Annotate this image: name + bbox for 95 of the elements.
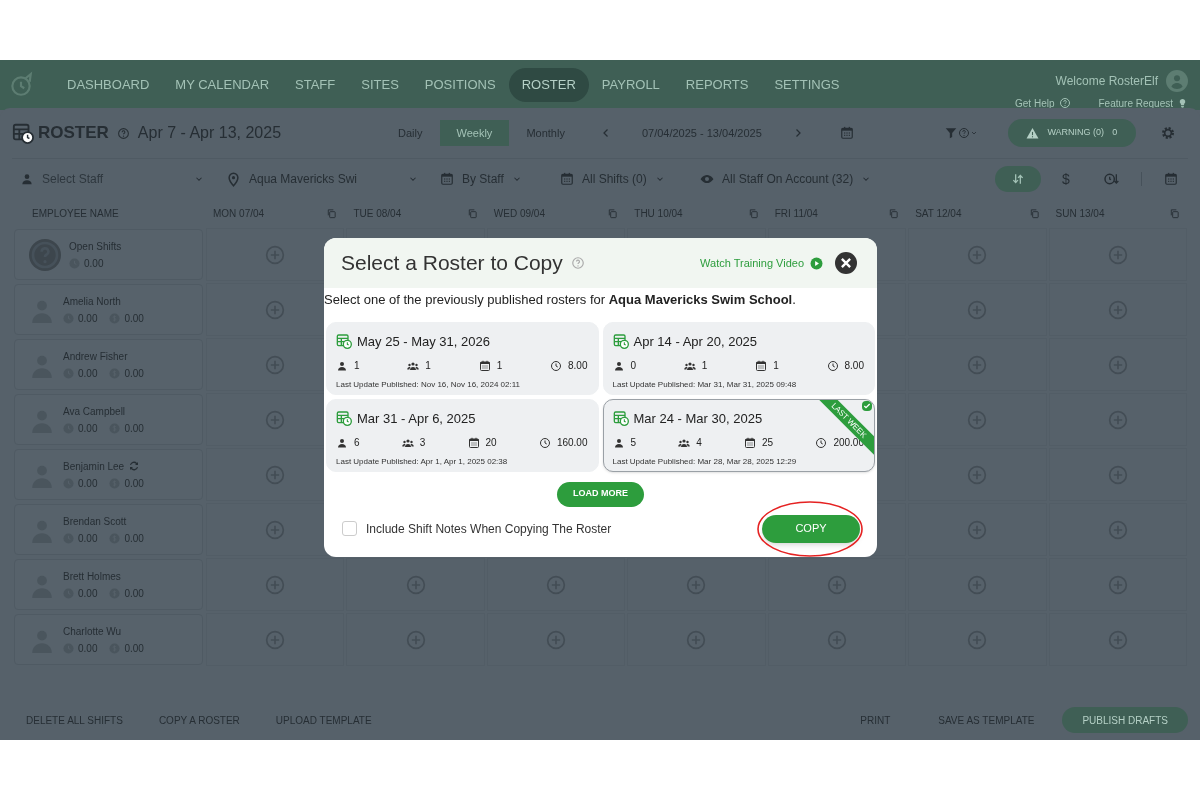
help-icon (1058, 97, 1071, 109)
calendar-icon (744, 436, 757, 449)
person-icon (612, 359, 625, 372)
nav-link[interactable]: ROSTER (508, 68, 589, 102)
include-notes-checkbox[interactable] (342, 521, 357, 536)
roster-card[interactable]: May 25 - May 31, 2026 1 1 1 8.00 Last Update Published: Nov 16, Nov 16, 2024 02:11 (326, 321, 599, 395)
view-tab[interactable]: Weekly (439, 120, 510, 146)
person-icon (20, 172, 34, 186)
caret-icon (969, 129, 978, 137)
staff-count: 6 (354, 436, 360, 450)
person-icon (336, 359, 348, 372)
bulb-icon (1177, 97, 1188, 109)
calendar-icon[interactable] (1164, 172, 1178, 186)
load-more-button[interactable]: LOAD MORE (557, 481, 644, 507)
nav-link[interactable]: SETTINGS (761, 68, 853, 102)
clock-icon (826, 359, 839, 372)
last-update-text: Last Update Published: Apr 1, Apr 1, 2025 02:38 (336, 456, 509, 468)
clock-icon (550, 359, 563, 372)
get-help-link[interactable]: Get Help (1015, 95, 1071, 111)
info-icon (957, 127, 970, 139)
feature-request-link[interactable]: Feature Request (1098, 95, 1188, 111)
roster-range: May 25 - May 31, 2026 (357, 332, 490, 351)
roster-card[interactable]: Mar 31 - Apr 6, 2025 6 3 20 160.00 Last Update Published: Apr 1, Apr 1, 2025 02:38 (326, 398, 599, 472)
play-icon (810, 256, 823, 270)
warning-icon (1026, 126, 1040, 140)
roster-icon (336, 333, 352, 350)
nav-link[interactable]: MY CALENDAR (162, 68, 283, 102)
copy-icon[interactable] (888, 207, 900, 219)
clock-icon (815, 436, 828, 449)
question-icon (29, 238, 61, 271)
location-pin-icon (226, 171, 241, 187)
roster-icon (336, 410, 352, 427)
roster-range: Apr 14 - Apr 20, 2025 (633, 332, 758, 351)
copy-icon[interactable] (607, 207, 619, 219)
roster-range: Mar 24 - Mar 30, 2025 (633, 409, 763, 428)
copy-icon[interactable] (1169, 207, 1180, 219)
copy-icon[interactable] (1028, 207, 1040, 219)
avatar-icon[interactable] (1166, 69, 1188, 92)
position-count: 1 (425, 359, 431, 373)
copy-icon[interactable] (747, 207, 759, 219)
nav-link[interactable]: REPORTS (672, 68, 762, 102)
person-icon (336, 436, 348, 449)
hours-total: 160.00 (556, 436, 588, 450)
nav-link[interactable]: PAYROLL (588, 68, 673, 102)
include-notes-label: Include Shift Notes When Copying The Roster (366, 520, 612, 538)
sort-icon (1011, 172, 1025, 186)
sort-button[interactable] (995, 166, 1041, 192)
close-icon[interactable] (835, 252, 857, 274)
dialog-title: Select a Roster to Copy (341, 250, 563, 277)
position-count: 1 (701, 359, 708, 373)
staff-count: 0 (630, 359, 637, 373)
person-icon (612, 436, 625, 449)
position-count: 3 (419, 436, 426, 450)
nav-link[interactable]: SITES (348, 68, 412, 102)
check-icon (862, 400, 872, 411)
staff-count: 1 (354, 359, 360, 373)
last-update-text: Last Update Published: Mar 28, Mar 28, 2025 12:29 (612, 456, 798, 468)
copy-icon[interactable] (326, 207, 338, 219)
calendar-icon (755, 359, 768, 372)
help-icon[interactable] (570, 256, 585, 270)
copy-button[interactable]: COPY (762, 514, 860, 543)
warning-button[interactable]: WARNING (0) 0 (1007, 119, 1136, 147)
settings-icon[interactable] (1160, 125, 1176, 141)
shift-count: 1 (496, 359, 503, 373)
dialog-intro: Select one of the previously published rosters for Aqua Mavericks Swim School. (324, 291, 797, 309)
eye-icon (700, 172, 714, 186)
copy-icon[interactable] (466, 207, 478, 219)
hours-total: 8.00 (568, 359, 588, 373)
calendar-icon (467, 436, 480, 449)
calendar-icon[interactable] (839, 126, 854, 140)
publish-button[interactable]: PUBLISH DRAFTS (1062, 707, 1188, 733)
nav-link[interactable]: POSITIONS (411, 68, 509, 102)
shift-count: 25 (762, 436, 774, 450)
calendar-icon (478, 359, 491, 372)
training-video-link[interactable]: Watch Training Video (700, 254, 823, 272)
roster-card[interactable]: Apr 14 - Apr 20, 2025 0 1 1 8.00 Last Update Published: Mar 31, Mar 31, 2025 09:48 (602, 321, 875, 395)
last-update-text: Last Update Published: Mar 31, Mar 31, 2025 09:48 (612, 379, 798, 391)
welcome-text: Welcome RosterElf (1055, 72, 1158, 90)
hours-total: 8.00 (844, 359, 864, 373)
filter-icon[interactable] (943, 126, 958, 140)
clock-sort-icon[interactable] (1103, 171, 1119, 187)
position-count: 4 (696, 436, 702, 450)
nav-link[interactable]: STAFF (282, 68, 349, 102)
roster-range: Mar 31 - Apr 6, 2025 (357, 409, 476, 428)
staff-count: 5 (630, 436, 637, 450)
roster-icon (12, 122, 34, 144)
shift-count: 1 (773, 359, 779, 373)
roster-icon (612, 410, 629, 427)
clock-icon (538, 436, 551, 449)
help-icon[interactable] (116, 126, 130, 140)
roster-icon (612, 333, 629, 350)
last-update-text: Last Update Published: Nov 16, Nov 16, 2024 02:11 (336, 379, 521, 391)
currency-button[interactable]: $ (1051, 168, 1081, 190)
nav-link[interactable]: DASHBOARD (54, 68, 163, 102)
shift-count: 20 (485, 436, 497, 450)
